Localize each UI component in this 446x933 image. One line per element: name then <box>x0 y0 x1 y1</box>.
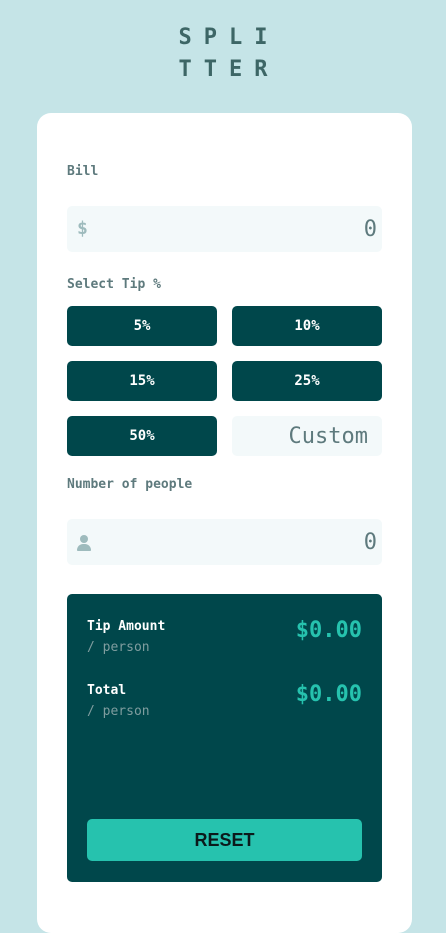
tip-10-button[interactable]: 10% <box>232 306 382 346</box>
results-panel: Tip Amount / person $0.00 Total / person… <box>67 594 382 882</box>
total-label: Total <box>87 683 127 698</box>
tip-25-button[interactable]: 25% <box>232 361 382 401</box>
tip-15-button[interactable]: 15% <box>67 361 217 401</box>
person-icon <box>77 535 91 551</box>
tip-amount-value: $0.00 <box>295 618 362 643</box>
logo-line-2: TTER <box>178 57 280 82</box>
total-sub: / person <box>87 704 150 719</box>
people-field <box>67 519 382 565</box>
bill-input[interactable] <box>177 206 377 252</box>
logo-line-1: SPLI <box>178 25 280 50</box>
tip-50-button[interactable]: 50% <box>67 416 217 456</box>
select-tip-label: Select Tip % <box>67 277 161 292</box>
people-label: Number of people <box>67 477 193 492</box>
tip-5-button[interactable]: 5% <box>67 306 217 346</box>
custom-tip-input[interactable] <box>232 416 382 456</box>
tip-amount-label: Tip Amount <box>87 619 166 634</box>
total-value: $0.00 <box>295 682 362 707</box>
bill-field: $ <box>67 206 382 252</box>
people-input[interactable] <box>177 519 377 565</box>
app-logo: SPLI TTER <box>0 22 446 86</box>
calculator-card: Bill $ Select Tip % 5% 10% 15% 25% 50% N… <box>37 113 412 933</box>
tip-amount-sub: / person <box>87 640 150 655</box>
dollar-icon: $ <box>77 218 88 239</box>
reset-button[interactable]: RESET <box>87 819 362 861</box>
bill-label: Bill <box>67 164 99 179</box>
